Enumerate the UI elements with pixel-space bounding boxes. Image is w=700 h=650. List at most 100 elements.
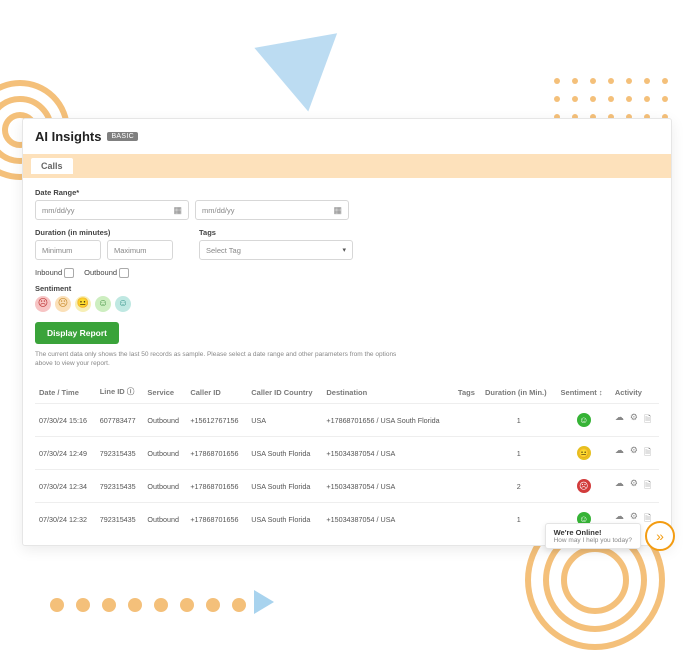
- col-datetime[interactable]: Date / Time: [35, 380, 96, 404]
- download-icon[interactable]: ☁: [615, 478, 624, 494]
- settings-icon[interactable]: ⚙: [630, 445, 638, 461]
- cell-datetime: 07/30/24 12:49: [35, 437, 96, 470]
- page-title: AI Insights: [35, 129, 101, 144]
- table-row: 07/30/24 12:34792315435Outbound+17868701…: [35, 470, 659, 503]
- col-activity: Activity: [611, 380, 659, 404]
- plan-badge: BASIC: [107, 132, 138, 141]
- cell-datetime: 07/30/24 12:34: [35, 470, 96, 503]
- document-icon[interactable]: 🗎: [644, 412, 651, 428]
- cell-lineid: 792315435: [96, 470, 144, 503]
- col-duration[interactable]: Duration (in Min.): [481, 380, 557, 404]
- chat-title: We're Online!: [554, 528, 632, 537]
- col-callerid[interactable]: Caller ID: [186, 380, 247, 404]
- col-tags[interactable]: Tags: [454, 380, 481, 404]
- tab-bar: Calls: [23, 154, 671, 178]
- outbound-checkbox[interactable]: [119, 268, 129, 278]
- table-row: 07/30/24 12:49792315435Outbound+17868701…: [35, 437, 659, 470]
- tab-calls[interactable]: Calls: [31, 158, 73, 174]
- duration-label: Duration (in minutes): [35, 228, 173, 237]
- info-icon[interactable]: ⓘ: [127, 387, 135, 396]
- decor-triangle-blue: [254, 33, 349, 118]
- col-lineid[interactable]: Line ID ⓘ: [96, 380, 144, 404]
- cell-sentiment: ☹: [557, 470, 611, 503]
- cell-country: USA South Florida: [247, 437, 322, 470]
- outbound-label: Outbound: [84, 268, 117, 277]
- settings-icon[interactable]: ⚙: [630, 478, 638, 494]
- sort-icon[interactable]: ↕: [599, 388, 603, 397]
- sentiment-filter: ☹ ☹ 😐 ☺ ☺: [35, 296, 659, 312]
- cell-lineid: 792315435: [96, 437, 144, 470]
- cell-duration: 1: [481, 404, 557, 437]
- cell-callerid: +17868701656: [186, 470, 247, 503]
- cell-sentiment: 😐: [557, 437, 611, 470]
- cell-tags: [454, 437, 481, 470]
- cell-country: USA: [247, 404, 322, 437]
- cell-service: Outbound: [143, 404, 186, 437]
- sentiment-neutral[interactable]: 😐: [75, 296, 91, 312]
- duration-min-input[interactable]: Minimum: [35, 240, 101, 260]
- panel-header: AI Insights BASIC: [23, 119, 671, 154]
- cell-lineid: 607783477: [96, 404, 144, 437]
- chat-launcher-icon[interactable]: »: [645, 521, 675, 551]
- cell-tags: [454, 470, 481, 503]
- document-icon[interactable]: 🗎: [644, 445, 651, 461]
- cell-datetime: 07/30/24 15:16: [35, 404, 96, 437]
- chevron-down-icon: ▾: [342, 246, 346, 254]
- calendar-icon: ▦: [173, 205, 182, 216]
- col-destination[interactable]: Destination: [322, 380, 454, 404]
- calls-table: Date / Time Line ID ⓘ Service Caller ID …: [35, 380, 659, 535]
- date-to-input[interactable]: mm/dd/yy ▦: [195, 200, 349, 220]
- cell-service: Outbound: [143, 470, 186, 503]
- sentiment-very-positive[interactable]: ☺: [115, 296, 131, 312]
- cell-service: Outbound: [143, 503, 186, 536]
- cell-destination: +15034387054 / USA: [322, 503, 454, 536]
- date-from-input[interactable]: mm/dd/yy ▦: [35, 200, 189, 220]
- cell-callerid: +15612767156: [186, 404, 247, 437]
- cell-sentiment: ☺: [557, 404, 611, 437]
- filters-section: Date Range* mm/dd/yy ▦ mm/dd/yy ▦ Durati…: [23, 178, 671, 545]
- col-service[interactable]: Service: [143, 380, 186, 404]
- sentiment-very-negative[interactable]: ☹: [35, 296, 51, 312]
- cell-datetime: 07/30/24 12:32: [35, 503, 96, 536]
- direction-filter: Inbound Outbound: [35, 268, 659, 278]
- duration-max-input[interactable]: Maximum: [107, 240, 173, 260]
- sentiment-positive[interactable]: ☺: [95, 296, 111, 312]
- sentiment-face-icon: ☺: [577, 413, 591, 427]
- cell-destination: +17868701656 / USA South Florida: [322, 404, 454, 437]
- sentiment-face-icon: ☹: [577, 479, 591, 493]
- calendar-icon: ▦: [333, 205, 342, 216]
- cell-duration: 2: [481, 470, 557, 503]
- cell-tags: [454, 404, 481, 437]
- document-icon[interactable]: 🗎: [644, 478, 651, 494]
- cell-activity: ☁ ⚙ 🗎: [611, 437, 659, 470]
- col-sentiment[interactable]: Sentiment ↕: [557, 380, 611, 404]
- decor-triangle-small: [254, 590, 274, 614]
- date-to-placeholder: mm/dd/yy: [202, 206, 235, 215]
- cell-tags: [454, 503, 481, 536]
- sentiment-label: Sentiment: [35, 284, 659, 293]
- cell-callerid: +17868701656: [186, 503, 247, 536]
- cell-activity: ☁ ⚙ 🗎: [611, 404, 659, 437]
- tags-label: Tags: [199, 228, 353, 237]
- date-range-label: Date Range*: [35, 188, 349, 197]
- cell-destination: +15034387054 / USA: [322, 437, 454, 470]
- cell-activity: ☁ ⚙ 🗎: [611, 470, 659, 503]
- date-from-placeholder: mm/dd/yy: [42, 206, 75, 215]
- table-row: 07/30/24 15:16607783477Outbound+15612767…: [35, 404, 659, 437]
- inbound-checkbox[interactable]: [64, 268, 74, 278]
- tags-select[interactable]: Select Tag ▾: [199, 240, 353, 260]
- col-country[interactable]: Caller ID Country: [247, 380, 322, 404]
- ai-insights-panel: AI Insights BASIC Calls Date Range* mm/d…: [22, 118, 672, 546]
- cell-service: Outbound: [143, 437, 186, 470]
- settings-icon[interactable]: ⚙: [630, 412, 638, 428]
- sentiment-face-icon: 😐: [577, 446, 591, 460]
- download-icon[interactable]: ☁: [615, 445, 624, 461]
- chat-widget[interactable]: We're Online! How may I help you today? …: [545, 521, 675, 551]
- sentiment-negative[interactable]: ☹: [55, 296, 71, 312]
- chat-bubble[interactable]: We're Online! How may I help you today?: [545, 523, 641, 549]
- display-report-button[interactable]: Display Report: [35, 322, 119, 344]
- cell-country: USA South Florida: [247, 470, 322, 503]
- inbound-label: Inbound: [35, 268, 62, 277]
- sample-note: The current data only shows the last 50 …: [35, 350, 415, 368]
- download-icon[interactable]: ☁: [615, 412, 624, 428]
